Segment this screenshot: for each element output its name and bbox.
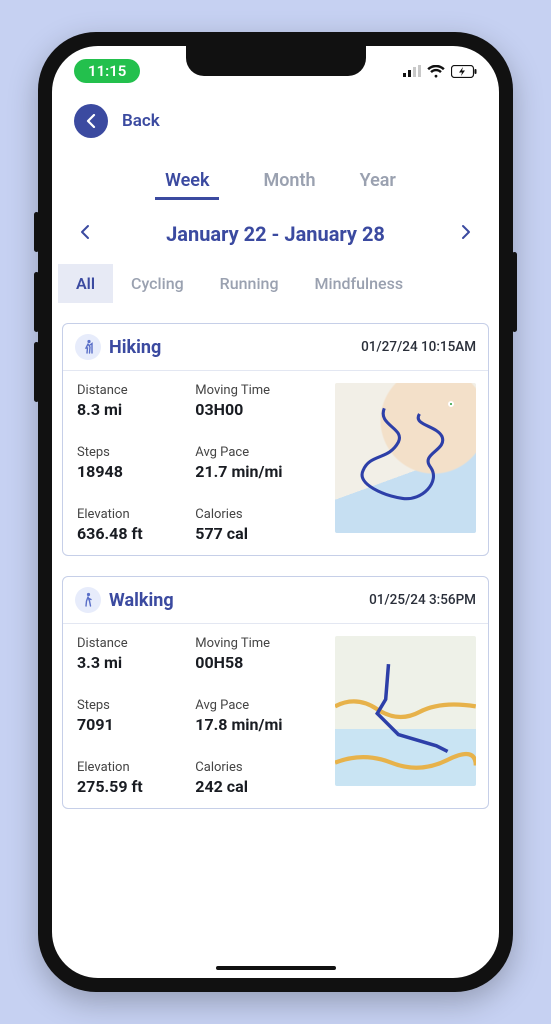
activity-timestamp: 01/25/24 3:56PM (369, 592, 476, 608)
back-label[interactable]: Back (122, 111, 160, 131)
phone-frame: 11:15 Back Week Month Year January (38, 32, 513, 992)
tab-year[interactable]: Year (360, 170, 396, 200)
route-path-icon (335, 636, 476, 777)
stat-elevation: Elevation 275.59 ft (77, 760, 185, 796)
period-tabs: Week Month Year (52, 150, 499, 206)
activity-filter-tabs: All Cycling Running Mindfulness (52, 258, 499, 309)
filter-tab-mindfulness[interactable]: Mindfulness (297, 264, 422, 303)
volume-down-button[interactable] (34, 342, 39, 402)
back-button[interactable] (74, 104, 108, 138)
activity-title: Hiking (109, 337, 161, 358)
status-icons (403, 65, 477, 78)
stat-elevation: Elevation 636.48 ft (77, 507, 185, 543)
cellular-icon (403, 65, 421, 77)
activity-card-hiking[interactable]: Hiking 01/27/24 10:15AM Distance 8.3 mi … (62, 323, 489, 556)
stat-avg-pace: Avg Pace 17.8 min/mi (195, 698, 325, 734)
tab-month[interactable]: Month (263, 170, 315, 200)
notch (186, 46, 366, 76)
map-thumbnail[interactable] (335, 636, 476, 786)
battery-charging-icon (451, 65, 477, 78)
wifi-icon (427, 65, 445, 78)
card-header: Walking 01/25/24 3:56PM (63, 577, 488, 624)
nav-header: Back (52, 90, 499, 150)
stat-moving-time: Moving Time 00H58 (195, 636, 325, 672)
stat-distance: Distance 3.3 mi (77, 636, 185, 672)
home-indicator[interactable] (216, 966, 336, 970)
date-range-label: January 22 - January 28 (166, 222, 385, 246)
power-button[interactable] (512, 252, 517, 332)
stat-distance: Distance 8.3 mi (77, 383, 185, 419)
mute-switch[interactable] (34, 212, 39, 252)
date-navigator: January 22 - January 28 (52, 206, 499, 258)
date-prev-button[interactable] (80, 224, 90, 245)
status-time: 11:15 (74, 59, 140, 83)
activity-list[interactable]: Hiking 01/27/24 10:15AM Distance 8.3 mi … (52, 309, 499, 978)
tab-week[interactable]: Week (155, 170, 219, 200)
activity-card-walking[interactable]: Walking 01/25/24 3:56PM Distance 3.3 mi … (62, 576, 489, 809)
route-path-icon (335, 383, 476, 524)
chevron-left-icon (80, 224, 90, 240)
card-body: Distance 3.3 mi Steps 7091 Elevation 275… (63, 624, 488, 796)
stat-calories: Calories 577 cal (195, 507, 325, 543)
stat-moving-time: Moving Time 03H00 (195, 383, 325, 419)
filter-tab-cycling[interactable]: Cycling (113, 264, 202, 303)
activity-timestamp: 01/27/24 10:15AM (361, 339, 476, 355)
card-body: Distance 8.3 mi Steps 18948 Elevation 63… (63, 371, 488, 543)
filter-tab-running[interactable]: Running (202, 264, 297, 303)
stat-steps: Steps 7091 (77, 698, 185, 734)
walking-icon (75, 587, 101, 613)
volume-up-button[interactable] (34, 272, 39, 332)
stat-calories: Calories 242 cal (195, 760, 325, 796)
map-thumbnail[interactable] (335, 383, 476, 533)
card-header: Hiking 01/27/24 10:15AM (63, 324, 488, 371)
date-next-button[interactable] (461, 224, 471, 245)
hiking-icon (75, 334, 101, 360)
screen: 11:15 Back Week Month Year January (52, 46, 499, 978)
activity-title: Walking (109, 590, 174, 611)
stat-avg-pace: Avg Pace 21.7 min/mi (195, 445, 325, 481)
chevron-left-icon (86, 114, 96, 128)
stat-steps: Steps 18948 (77, 445, 185, 481)
filter-tab-all[interactable]: All (58, 264, 113, 303)
chevron-right-icon (461, 224, 471, 240)
